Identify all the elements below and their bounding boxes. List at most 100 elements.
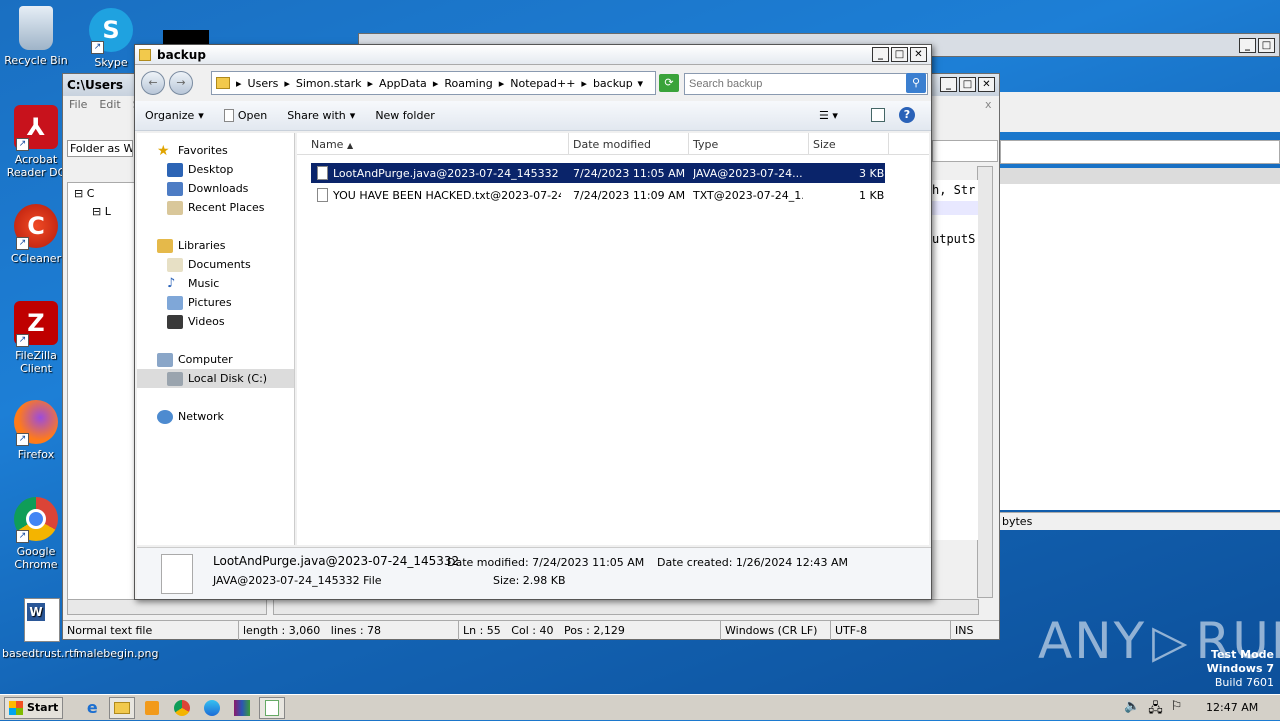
view-options-icon[interactable]: ☰ ▾ bbox=[819, 109, 838, 122]
forward-button[interactable]: → bbox=[169, 71, 193, 95]
chevron-down-icon: ▾ bbox=[198, 109, 204, 122]
tree-scrollbar[interactable] bbox=[67, 599, 267, 615]
nav-libraries[interactable]: Libraries bbox=[137, 236, 294, 255]
search-icon[interactable]: ⚲ bbox=[906, 73, 926, 93]
documents-icon bbox=[167, 257, 183, 272]
status-pos: Pos : 2,129 bbox=[563, 624, 625, 637]
nav-computer[interactable]: Computer bbox=[137, 350, 294, 369]
status-lines: lines : 78 bbox=[330, 624, 382, 637]
menu-file[interactable]: File bbox=[69, 98, 87, 111]
command-bar: Organize ▾ Open Share with ▾ New folder ☰ … bbox=[135, 101, 931, 131]
tree-node-l[interactable]: ⊟ L bbox=[92, 205, 111, 218]
close-button[interactable]: ✕ bbox=[910, 47, 927, 62]
breadcrumb-notepadpp[interactable]: Notepad++ bbox=[510, 77, 575, 90]
status-ins: INS bbox=[955, 624, 974, 637]
downloads-icon bbox=[167, 181, 183, 196]
ie-icon[interactable]: e bbox=[79, 697, 105, 719]
flag-icon[interactable]: ⚐ bbox=[1171, 699, 1183, 721]
close-button[interactable]: ✕ bbox=[978, 77, 995, 92]
chrome-icon: ↗ bbox=[14, 497, 58, 543]
nav-music[interactable]: ♪ Music bbox=[137, 274, 294, 293]
navigation-pane: ★ Favorites Desktop Downloads Recent Plac… bbox=[137, 133, 295, 545]
desktop-icon-recycle-bin[interactable]: Recycle Bin bbox=[0, 6, 72, 67]
nav-desktop[interactable]: Desktop bbox=[137, 160, 294, 179]
nav-local-disk[interactable]: Local Disk (C:) bbox=[137, 369, 294, 388]
computer-icon bbox=[157, 352, 173, 367]
chrome-taskbar-icon[interactable] bbox=[169, 697, 195, 719]
desktop-icon-label: basedtrust.rtf bbox=[2, 647, 78, 660]
editor-tab-row bbox=[932, 140, 998, 162]
status-eol: Windows (CR LF) bbox=[721, 621, 831, 640]
desktop-icon-image-label[interactable]: malebegin.png bbox=[76, 647, 158, 660]
media-player-icon[interactable] bbox=[139, 697, 165, 719]
organize-button[interactable]: Organize ▾ bbox=[135, 109, 214, 122]
folder-as-workspace-panel[interactable]: Folder as Wor bbox=[67, 140, 133, 157]
breadcrumb-user[interactable]: Simon.stark bbox=[296, 77, 362, 90]
details-modified-label: Date modified: bbox=[447, 556, 529, 569]
background-window-status: bytes bbox=[1000, 512, 1280, 530]
maximize-button[interactable]: □ bbox=[891, 47, 908, 62]
file-list: Name ▲ Date modified Type Size LootAndPu… bbox=[297, 133, 929, 545]
file-name: YOU HAVE BEEN HACKED.txt@2023-07-24_... bbox=[333, 189, 561, 202]
notepadpp-taskbar-icon[interactable] bbox=[259, 696, 286, 719]
tree-node-c[interactable]: ⊟ C bbox=[74, 187, 94, 200]
edge-icon[interactable] bbox=[199, 697, 225, 719]
minimize-button[interactable]: _ bbox=[1239, 38, 1256, 53]
nav-documents[interactable]: Documents bbox=[137, 255, 294, 274]
file-row[interactable]: LootAndPurge.java@2023-07-24_145332 7/24… bbox=[311, 163, 885, 183]
menu-edit[interactable]: Edit bbox=[99, 98, 120, 111]
editor-text-area[interactable]: h, Str utputS bbox=[932, 180, 978, 540]
refresh-icon[interactable]: ⟳ bbox=[659, 74, 679, 92]
details-file-type: JAVA@2023-07-24_145332 File bbox=[213, 574, 382, 587]
current-line-highlight bbox=[932, 201, 978, 215]
start-button[interactable]: Start bbox=[4, 696, 64, 719]
nav-downloads[interactable]: Downloads bbox=[137, 179, 294, 198]
breadcrumb-roaming[interactable]: Roaming bbox=[444, 77, 492, 90]
file-row[interactable]: YOU HAVE BEEN HACKED.txt@2023-07-24_... … bbox=[311, 185, 885, 205]
word-icon: W bbox=[24, 598, 60, 642]
star-icon: ★ bbox=[157, 142, 170, 159]
open-button[interactable]: Open bbox=[214, 109, 277, 122]
network-tray-icon[interactable]: 🖧 bbox=[1148, 699, 1163, 721]
back-button[interactable]: ← bbox=[141, 71, 165, 95]
status-type: Normal text file bbox=[63, 621, 239, 640]
breadcrumb-users[interactable]: Users bbox=[248, 77, 279, 90]
preview-pane-icon[interactable] bbox=[871, 108, 885, 122]
nav-recent-places[interactable]: Recent Places bbox=[137, 198, 294, 217]
pictures-icon bbox=[167, 295, 183, 310]
share-with-button[interactable]: Share with ▾ bbox=[277, 109, 365, 122]
volume-icon[interactable]: 🔈 bbox=[1124, 699, 1140, 721]
winrar-icon[interactable] bbox=[229, 697, 255, 719]
breadcrumb-backup[interactable]: backup bbox=[593, 77, 633, 90]
status-ln: Ln : 55 bbox=[463, 624, 501, 637]
column-name[interactable]: Name ▲ bbox=[297, 133, 569, 154]
chevron-down-icon[interactable]: ▾ bbox=[637, 77, 643, 90]
ccleaner-icon: C ↗ bbox=[14, 204, 58, 250]
file-icon bbox=[223, 109, 234, 122]
nav-pictures[interactable]: Pictures bbox=[137, 293, 294, 312]
breadcrumb-appdata[interactable]: AppData bbox=[379, 77, 427, 90]
column-type[interactable]: Type bbox=[689, 133, 809, 154]
file-date: 7/24/2023 11:05 AM bbox=[573, 167, 686, 180]
minimize-button[interactable]: _ bbox=[940, 77, 957, 92]
address-bar[interactable]: ▸ Users ▸ Simon.stark ▸ AppData ▸ Roaming ▸ … bbox=[211, 71, 656, 95]
maximize-button[interactable]: □ bbox=[959, 77, 976, 92]
status-encoding: UTF-8 bbox=[831, 621, 951, 640]
help-icon[interactable]: ? bbox=[899, 107, 915, 123]
editor-vscrollbar[interactable] bbox=[977, 166, 993, 598]
column-date-modified[interactable]: Date modified bbox=[569, 133, 689, 154]
close-doc-icon[interactable]: x bbox=[985, 98, 992, 111]
nav-network[interactable]: Network bbox=[137, 407, 294, 426]
new-folder-button[interactable]: New folder bbox=[365, 109, 444, 122]
explorer-taskbar-icon[interactable] bbox=[109, 696, 136, 719]
nav-favorites[interactable]: ★ Favorites bbox=[137, 141, 294, 160]
editor-hscrollbar[interactable] bbox=[273, 599, 979, 615]
column-size[interactable]: Size bbox=[809, 133, 889, 154]
minimize-button[interactable]: _ bbox=[872, 47, 889, 62]
maximize-button[interactable]: □ bbox=[1258, 38, 1275, 53]
chevron-right-icon: ▸ bbox=[236, 76, 242, 90]
clock[interactable]: 12:47 AM bbox=[1206, 701, 1258, 714]
nav-videos[interactable]: Videos bbox=[137, 312, 294, 331]
folder-icon bbox=[216, 77, 230, 89]
search-input[interactable] bbox=[684, 73, 928, 95]
